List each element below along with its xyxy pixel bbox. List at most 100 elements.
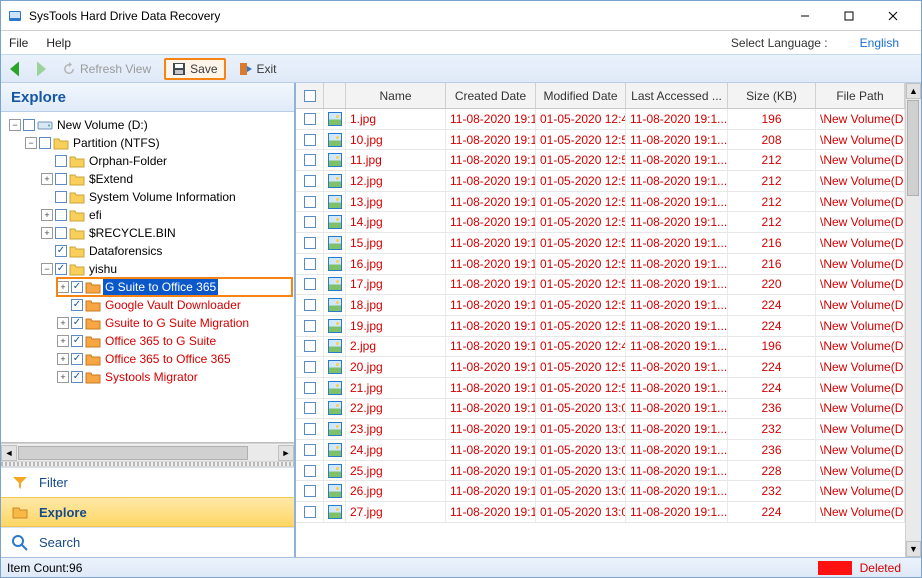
tree-node-selected[interactable]: +G Suite to Office 365 <box>57 278 292 296</box>
table-row[interactable]: 27.jpg11-08-2020 19:1...01-05-2020 13:0.… <box>296 502 905 523</box>
expander-icon[interactable]: + <box>57 371 69 383</box>
table-row[interactable]: 22.jpg11-08-2020 19:1...01-05-2020 13:0.… <box>296 399 905 420</box>
expander-icon[interactable]: + <box>41 227 53 239</box>
checkbox[interactable] <box>304 340 316 352</box>
expander-icon[interactable]: − <box>9 119 21 131</box>
tree-node[interactable]: +Office 365 to Office 365 <box>57 350 292 368</box>
row-checkbox-cell[interactable] <box>296 150 324 170</box>
table-row[interactable]: 23.jpg11-08-2020 19:1...01-05-2020 13:0.… <box>296 419 905 440</box>
checkbox[interactable] <box>304 361 316 373</box>
row-checkbox-cell[interactable] <box>296 337 324 357</box>
tree-node[interactable]: +$Extend <box>41 170 292 188</box>
row-checkbox-cell[interactable] <box>296 399 324 419</box>
table-row[interactable]: 10.jpg11-08-2020 19:1...01-05-2020 12:5.… <box>296 130 905 151</box>
checkbox[interactable] <box>304 485 316 497</box>
expander-icon[interactable]: + <box>41 173 53 185</box>
column-created[interactable]: Created Date <box>446 83 536 108</box>
checkbox[interactable] <box>55 155 67 167</box>
checkbox[interactable] <box>304 278 316 290</box>
folder-tree[interactable]: − New Volume (D:) − Partition (NTFS) <box>1 112 294 443</box>
nav-back-button[interactable] <box>7 60 25 78</box>
grid-body[interactable]: 1.jpg11-08-2020 19:1...01-05-2020 12:4..… <box>296 109 905 557</box>
row-checkbox-cell[interactable] <box>296 295 324 315</box>
save-button[interactable]: Save <box>164 58 225 80</box>
expander-icon[interactable]: + <box>41 209 53 221</box>
column-name[interactable]: Name <box>346 83 446 108</box>
grid-vscrollbar[interactable]: ▲ ▼ <box>905 83 921 557</box>
checkbox[interactable] <box>71 317 83 329</box>
sidebar-item-filter[interactable]: Filter <box>1 467 294 497</box>
tree-node[interactable]: Google Vault Downloader <box>57 296 292 314</box>
checkbox[interactable] <box>304 382 316 394</box>
language-select[interactable]: English <box>846 36 913 50</box>
checkbox[interactable] <box>304 423 316 435</box>
checkbox[interactable] <box>304 506 316 518</box>
scroll-right-icon[interactable]: ► <box>278 445 294 461</box>
checkbox[interactable] <box>304 134 316 146</box>
minimize-button[interactable] <box>783 2 827 30</box>
table-row[interactable]: 25.jpg11-08-2020 19:1...01-05-2020 13:0.… <box>296 461 905 482</box>
table-row[interactable]: 12.jpg11-08-2020 19:1...01-05-2020 12:5.… <box>296 171 905 192</box>
tree-node-partition[interactable]: − Partition (NTFS) <box>25 134 292 152</box>
checkbox[interactable] <box>304 320 316 332</box>
refresh-button[interactable]: Refresh View <box>55 58 158 80</box>
checkbox[interactable] <box>304 237 316 249</box>
sidebar-item-search[interactable]: Search <box>1 527 294 557</box>
row-checkbox-cell[interactable] <box>296 192 324 212</box>
scroll-thumb[interactable] <box>18 446 248 460</box>
checkbox[interactable] <box>304 444 316 456</box>
tree-node[interactable]: +Office 365 to G Suite <box>57 332 292 350</box>
row-checkbox-cell[interactable] <box>296 109 324 129</box>
checkbox[interactable] <box>304 258 316 270</box>
tree-node[interactable]: −yishu <box>41 260 292 278</box>
table-row[interactable]: 15.jpg11-08-2020 19:1...01-05-2020 12:5.… <box>296 233 905 254</box>
tree-node[interactable]: +Gsuite to G Suite Migration <box>57 314 292 332</box>
menu-help[interactable]: Help <box>46 36 71 50</box>
expander-icon[interactable]: + <box>57 281 69 293</box>
table-row[interactable]: 21.jpg11-08-2020 19:1...01-05-2020 12:5.… <box>296 378 905 399</box>
checkbox[interactable] <box>71 299 83 311</box>
row-checkbox-cell[interactable] <box>296 357 324 377</box>
tree-node[interactable]: Dataforensics <box>41 242 292 260</box>
checkbox[interactable] <box>71 371 83 383</box>
checkbox[interactable] <box>71 281 83 293</box>
tree-hscrollbar[interactable]: ◄ ► <box>1 443 294 461</box>
checkbox[interactable] <box>304 299 316 311</box>
expander-icon[interactable]: − <box>41 263 53 275</box>
row-checkbox-cell[interactable] <box>296 316 324 336</box>
column-accessed[interactable]: Last Accessed ... <box>626 83 728 108</box>
expander-icon[interactable]: + <box>57 335 69 347</box>
checkbox[interactable] <box>71 353 83 365</box>
row-checkbox-cell[interactable] <box>296 440 324 460</box>
tree-node[interactable]: +$RECYCLE.BIN <box>41 224 292 242</box>
row-checkbox-cell[interactable] <box>296 275 324 295</box>
expander-icon[interactable]: + <box>57 353 69 365</box>
expander-icon[interactable]: + <box>57 317 69 329</box>
sidebar-item-explore[interactable]: Explore <box>1 497 294 527</box>
row-checkbox-cell[interactable] <box>296 212 324 232</box>
checkbox[interactable] <box>55 209 67 221</box>
table-row[interactable]: 1.jpg11-08-2020 19:1...01-05-2020 12:4..… <box>296 109 905 130</box>
menu-file[interactable]: File <box>9 36 28 50</box>
checkbox[interactable] <box>304 402 316 414</box>
row-checkbox-cell[interactable] <box>296 502 324 522</box>
checkbox[interactable] <box>55 191 67 203</box>
checkbox[interactable] <box>55 263 67 275</box>
tree-node[interactable]: Orphan-Folder <box>41 152 292 170</box>
checkbox[interactable] <box>304 216 316 228</box>
checkbox[interactable] <box>304 175 316 187</box>
table-row[interactable]: 17.jpg11-08-2020 19:1...01-05-2020 12:5.… <box>296 275 905 296</box>
scroll-up-icon[interactable]: ▲ <box>906 83 921 99</box>
expander-icon[interactable]: − <box>25 137 37 149</box>
table-row[interactable]: 26.jpg11-08-2020 19:1...01-05-2020 13:0.… <box>296 481 905 502</box>
table-row[interactable]: 24.jpg11-08-2020 19:1...01-05-2020 13:0.… <box>296 440 905 461</box>
table-row[interactable]: 20.jpg11-08-2020 19:1...01-05-2020 12:5.… <box>296 357 905 378</box>
checkbox[interactable] <box>304 113 316 125</box>
column-size[interactable]: Size (KB) <box>728 83 816 108</box>
table-row[interactable]: 16.jpg11-08-2020 19:1...01-05-2020 12:5.… <box>296 254 905 275</box>
checkbox[interactable] <box>304 154 316 166</box>
column-path[interactable]: File Path <box>816 83 905 108</box>
scroll-thumb[interactable] <box>907 100 919 196</box>
row-checkbox-cell[interactable] <box>296 130 324 150</box>
nav-forward-button[interactable] <box>31 60 49 78</box>
